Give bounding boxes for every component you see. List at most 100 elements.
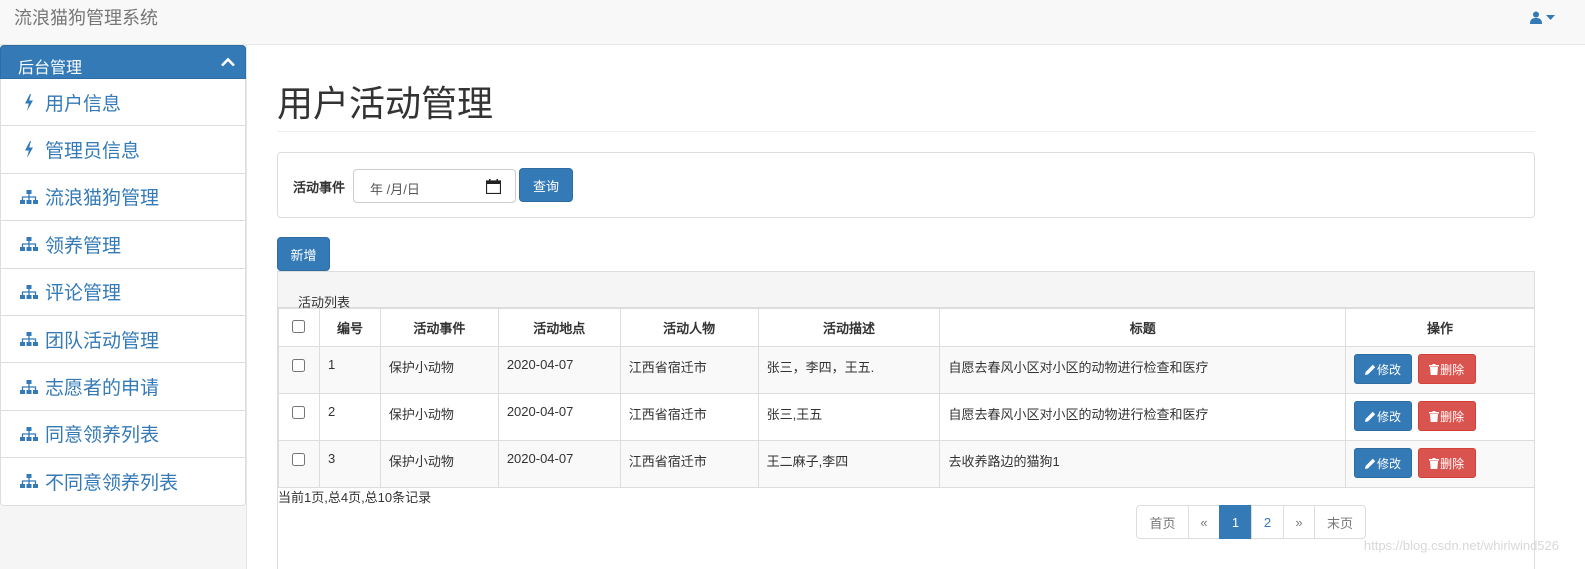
column-header: 活动描述 [757, 308, 941, 347]
edit-button[interactable]: 修改 [1354, 401, 1413, 431]
sidebar-item-label: 同意领养列表 [45, 425, 160, 447]
trash-icon [1429, 363, 1440, 375]
trash-icon [1429, 410, 1440, 422]
sidebar-item-label: 志愿者的申请 [45, 378, 160, 400]
pencil-icon [1365, 364, 1376, 375]
sidebar-item-label: 评论管理 [45, 283, 122, 305]
sidebar-item-label: 流浪猫狗管理 [45, 188, 160, 210]
cell-actions: 修改 删除 [1345, 346, 1535, 394]
sidebar-item-stray-animals[interactable]: 流浪猫狗管理 [0, 173, 246, 222]
sidebar-item-adoption[interactable]: 领养管理 [0, 221, 246, 269]
cell-event: 保护小动物 [379, 440, 499, 488]
sidebar-item-label: 不同意领养列表 [45, 472, 179, 494]
sidebar-header[interactable]: 后台管理 [0, 45, 246, 79]
calendar-icon [486, 179, 501, 194]
cell-person: 江西省宿迁市 [619, 346, 759, 394]
sidebar-item-volunteer-applications[interactable]: 志愿者的申请 [0, 363, 246, 411]
cell-description: 张三,王五 [757, 393, 941, 441]
sidebar-item-approved-adoptions[interactable]: 同意领养列表 [0, 410, 246, 459]
date-placeholder: 年 /月/日 [370, 182, 420, 197]
record-info: 当前1页,总4页,总10条记录 [278, 490, 432, 505]
pagination-last[interactable]: 末页 [1314, 505, 1366, 539]
watermark: https://blog.csdn.net/whirlwind526 [1363, 538, 1559, 553]
cell-place: 2020-04-07 [497, 393, 621, 441]
cell-place: 2020-04-07 [497, 346, 621, 394]
table-row: 3 保护小动物 2020-04-07 江西省宿迁市 王二麻子,李四 去收养路边的… [278, 440, 1535, 488]
row-select-cell [278, 393, 320, 441]
cell-actions: 修改 删除 [1345, 440, 1535, 488]
column-header: 活动事件 [379, 308, 499, 347]
row-checkbox[interactable] [292, 406, 306, 419]
activity-table: 编号 活动事件 活动地点 活动人物 活动描述 标题 操作 1 保护小动物 202… [278, 308, 1535, 488]
column-header: 操作 [1345, 308, 1535, 347]
edit-label: 修改 [1377, 456, 1402, 471]
row-checkbox[interactable] [292, 359, 306, 372]
row-select-cell [278, 440, 320, 488]
pagination-prev[interactable]: « [1188, 505, 1220, 539]
table-row: 2 保护小动物 2020-04-07 江西省宿迁市 张三,王五 自愿去春风小区对… [278, 393, 1535, 441]
search-panel: 活动事件 年 /月/日 查询 [277, 152, 1535, 218]
sidebar-item-admin-info[interactable]: 管理员信息 [0, 126, 246, 174]
title-divider [277, 131, 1535, 132]
delete-label: 删除 [1440, 362, 1465, 377]
pagination-next[interactable]: » [1283, 505, 1315, 539]
activity-date-input[interactable]: 年 /月/日 [353, 169, 516, 203]
sidebar-item-user-info[interactable]: 用户信息 [0, 79, 246, 127]
sitemap-icon [19, 187, 39, 207]
sidebar-item-label: 团队活动管理 [45, 330, 160, 352]
cell-title: 自愿去春风小区对小区的动物进行检查和医疗 [939, 346, 1347, 394]
trash-icon [1429, 457, 1440, 469]
cell-event: 保护小动物 [379, 346, 499, 394]
sidebar-item-label: 领养管理 [45, 235, 122, 257]
cell-event: 保护小动物 [379, 393, 499, 441]
cell-title: 去收养路边的猫狗1 [939, 440, 1347, 488]
pagination-first[interactable]: 首页 [1136, 505, 1189, 539]
edit-button[interactable]: 修改 [1354, 448, 1413, 478]
column-header: 标题 [939, 308, 1347, 347]
bolt-icon [19, 140, 39, 160]
delete-label: 删除 [1440, 409, 1465, 424]
caret-down-icon [1546, 14, 1555, 20]
column-header: 活动人物 [619, 308, 759, 347]
delete-label: 删除 [1440, 456, 1465, 471]
column-header: 编号 [318, 308, 381, 347]
table-header-row: 编号 活动事件 活动地点 活动人物 活动描述 标题 操作 [278, 308, 1535, 347]
sidebar-item-comments[interactable]: 评论管理 [0, 268, 246, 316]
sidebar-menu: 用户信息 管理员信息 流浪猫狗管理 领养管理 评论管理 团队活动管理 志愿者的申… [0, 79, 246, 506]
cell-id: 3 [318, 440, 381, 488]
sitemap-icon [19, 329, 39, 349]
chevron-up-icon [221, 57, 235, 67]
sidebar-item-label: 用户信息 [45, 93, 122, 115]
delete-button[interactable]: 删除 [1417, 401, 1476, 431]
sidebar-item-rejected-adoptions[interactable]: 不同意领养列表 [0, 458, 246, 506]
row-checkbox[interactable] [292, 453, 306, 466]
add-button[interactable]: 新增 [277, 237, 330, 271]
cell-place: 2020-04-07 [497, 440, 621, 488]
user-menu-toggle[interactable] [1530, 11, 1555, 24]
select-all-checkbox[interactable] [292, 319, 306, 333]
sidebar-item-label: 管理员信息 [45, 141, 141, 163]
edit-button[interactable]: 修改 [1354, 354, 1413, 384]
cell-person: 江西省宿迁市 [619, 393, 759, 441]
delete-button[interactable]: 删除 [1417, 354, 1476, 384]
pagination-page-2[interactable]: 2 [1251, 505, 1284, 539]
cell-description: 张三，李四，王五. [757, 346, 941, 394]
sitemap-icon [19, 234, 39, 254]
cell-person: 江西省宿迁市 [619, 440, 759, 488]
pencil-icon [1365, 458, 1376, 469]
query-button[interactable]: 查询 [519, 168, 573, 202]
panel-heading: 活动列表 [278, 272, 1534, 310]
bolt-icon [19, 92, 39, 112]
pagination-page-1[interactable]: 1 [1219, 505, 1252, 539]
table-row: 1 保护小动物 2020-04-07 江西省宿迁市 张三，李四，王五. 自愿去春… [278, 346, 1535, 394]
sidebar-item-team-activities[interactable]: 团队活动管理 [0, 315, 246, 364]
delete-button[interactable]: 删除 [1417, 448, 1476, 478]
row-select-cell [278, 346, 320, 394]
sitemap-icon [19, 424, 39, 444]
cell-actions: 修改 删除 [1345, 393, 1535, 441]
cell-description: 王二麻子,李四 [757, 440, 941, 488]
pencil-icon [1365, 411, 1376, 422]
cell-title: 自愿去春风小区对小区的动物进行检查和医疗 [939, 393, 1347, 441]
app-title[interactable]: 流浪猫狗管理系统 [14, 8, 158, 28]
edit-label: 修改 [1377, 409, 1402, 424]
